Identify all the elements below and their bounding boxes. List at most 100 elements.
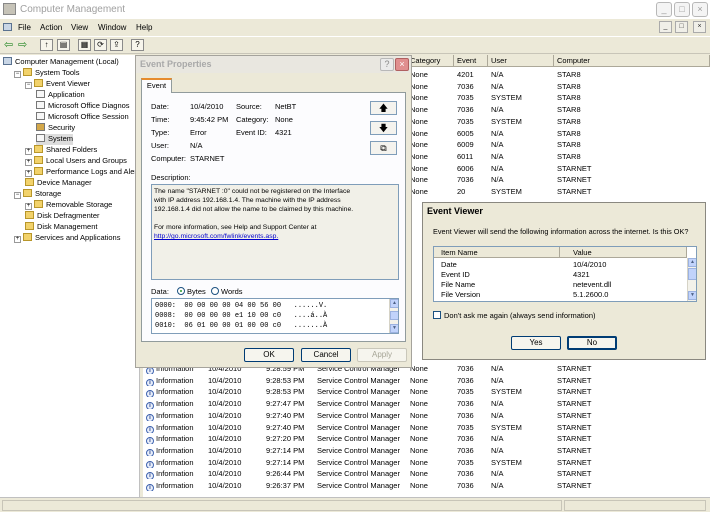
menu-window[interactable]: Window <box>98 19 126 36</box>
table-row[interactable]: i Information 10/4/2010 9:27:14 PM Service C… <box>143 457 710 468</box>
tab-event[interactable]: Event <box>141 78 172 93</box>
collapse-icon[interactable]: − <box>25 82 32 89</box>
scroll-down-icon[interactable]: ▼ <box>688 291 696 300</box>
expand-icon[interactable]: + <box>25 148 32 155</box>
table-row[interactable]: i Information 10/4/2010 9:28:53 PM Service C… <box>143 375 710 386</box>
info-listview[interactable]: Item Name Value Date 10/4/2010 Event ID 432… <box>433 246 697 302</box>
dialog-close-button[interactable]: × <box>395 58 409 71</box>
tree-item[interactable]: Device Manager <box>25 178 92 189</box>
copy-button[interactable]: ⧉ <box>370 141 397 155</box>
scroll-up-icon[interactable]: ▲ <box>688 258 696 267</box>
mdi-close-button[interactable]: × <box>693 21 706 33</box>
list-item[interactable]: Event ID 4321 <box>434 270 687 280</box>
description-textbox[interactable]: The name "STARNET :0" could not be regis… <box>151 184 399 280</box>
tree-item[interactable]: + Shared Folders <box>25 145 97 156</box>
tree-item[interactable]: + Local Users and Groups <box>25 156 127 167</box>
back-icon[interactable]: ⇦ <box>4 38 13 51</box>
tree-item[interactable]: System <box>36 134 74 145</box>
cell-user: SYSTEM <box>491 387 522 397</box>
ok-button[interactable]: OK <box>244 348 294 362</box>
menu-view[interactable]: View <box>71 19 88 36</box>
mdi-child-icon[interactable] <box>3 23 12 31</box>
table-row[interactable]: i Information 10/4/2010 9:27:40 PM Service C… <box>143 422 710 433</box>
tree-item[interactable]: + Performance Logs and Alerts <box>25 167 139 178</box>
table-row[interactable]: i Information 10/4/2010 9:26:37 PM Service C… <box>143 480 710 491</box>
tree-item[interactable]: + Removable Storage <box>25 200 112 211</box>
table-row[interactable]: i Information 10/4/2010 9:27:14 PM Service C… <box>143 445 710 456</box>
window-title-bar[interactable]: Computer Management _ □ × <box>0 0 710 19</box>
words-radio[interactable]: Words <box>211 287 243 297</box>
table-row[interactable]: i Information 10/4/2010 9:28:53 PM Service C… <box>143 386 710 398</box>
yes-button[interactable]: Yes <box>511 336 561 350</box>
expand-icon[interactable]: + <box>14 236 21 243</box>
close-button[interactable]: × <box>692 2 708 17</box>
column-header-computer[interactable]: Computer <box>554 55 710 67</box>
tree-item[interactable]: − System Tools <box>14 68 79 79</box>
menu-file[interactable]: File <box>18 19 31 36</box>
dialog-help-button[interactable]: ? <box>380 58 394 71</box>
menu-action[interactable]: Action <box>40 19 62 36</box>
previous-event-button[interactable]: 🡅 <box>370 101 397 115</box>
console-tree[interactable]: Computer Management (Local) − System Tools… <box>0 55 140 497</box>
tree-item[interactable]: Application <box>36 90 85 101</box>
data-hex-textbox[interactable]: 0000: 00 00 00 00 04 00 56 00 ......V. 0… <box>151 298 399 334</box>
forward-icon[interactable]: ⇨ <box>18 38 27 51</box>
bytes-radio[interactable]: Bytes <box>177 287 206 297</box>
refresh-icon[interactable]: ⟳ <box>94 39 107 51</box>
table-row[interactable]: i Information 10/4/2010 9:26:44 PM Service C… <box>143 468 710 480</box>
tree-item[interactable]: + Services and Applications <box>14 233 120 244</box>
column-header-event[interactable]: Event <box>454 55 488 67</box>
cell-computer: STAR8 <box>557 128 581 138</box>
scroll-thumb[interactable] <box>688 268 696 280</box>
mdi-restore-button[interactable]: □ <box>675 21 688 33</box>
menu-help[interactable]: Help <box>136 19 152 36</box>
expand-icon[interactable]: + <box>25 159 32 166</box>
next-event-button[interactable]: 🡇 <box>370 121 397 135</box>
list-item[interactable]: Date 10/4/2010 <box>434 260 687 270</box>
table-row[interactable]: i Information 10/4/2010 9:27:20 PM Service C… <box>143 433 710 445</box>
table-row[interactable]: i Information 10/4/2010 9:27:47 PM Service C… <box>143 398 710 410</box>
hex-scrollbar[interactable]: ▲ ▼ <box>389 299 398 333</box>
tree-item[interactable]: Microsoft Office Diagnos <box>36 101 130 112</box>
cancel-button[interactable]: Cancel <box>301 348 351 362</box>
event-properties-title-bar[interactable]: Event Properties <box>136 56 411 73</box>
dont-ask-checkbox[interactable]: Don't ask me again (always send informat… <box>433 311 596 321</box>
column-value[interactable]: Value <box>560 247 687 258</box>
listview-scrollbar[interactable]: ▲ ▼ <box>687 258 696 301</box>
cell-type: i Information <box>146 375 205 386</box>
scroll-up-icon[interactable]: ▲ <box>390 299 398 308</box>
help-icon[interactable]: ? <box>131 39 144 51</box>
column-item-name[interactable]: Item Name <box>434 247 560 258</box>
tree-item[interactable]: Disk Management <box>25 222 97 233</box>
column-header-user[interactable]: User <box>488 55 554 67</box>
tree-item[interactable]: Disk Defragmenter <box>25 211 100 222</box>
column-header-category[interactable]: Category <box>407 55 454 67</box>
list-item[interactable]: File Name netevent.dll <box>434 280 687 290</box>
table-row[interactable]: i Information 10/4/2010 9:27:40 PM Service C… <box>143 410 710 421</box>
maximize-button[interactable]: □ <box>674 2 690 17</box>
collapse-icon[interactable]: − <box>14 71 21 78</box>
properties-icon[interactable]: ▦ <box>78 39 91 51</box>
show-hide-tree-icon[interactable]: ▤ <box>57 39 70 51</box>
tree-item-label: Disk Management <box>37 222 98 231</box>
help-link[interactable]: http://go.microsoft.com/fwlink/events.as… <box>154 232 278 241</box>
export-icon[interactable]: ⇪ <box>110 39 123 51</box>
tree-item[interactable]: − Storage <box>14 189 61 200</box>
tree-item[interactable]: Security <box>36 123 75 134</box>
up-icon[interactable]: ↑ <box>40 39 53 51</box>
event-viewer-title-bar[interactable]: Event Viewer <box>423 203 705 220</box>
scroll-down-icon[interactable]: ▼ <box>390 324 398 333</box>
minimize-button[interactable]: _ <box>656 2 672 17</box>
scroll-thumb[interactable] <box>390 311 398 320</box>
expand-icon[interactable]: + <box>25 203 32 210</box>
collapse-icon[interactable]: − <box>14 192 21 199</box>
apply-button[interactable]: Apply <box>357 348 407 362</box>
list-item[interactable]: File Version 5.1.2600.0 <box>434 290 687 300</box>
no-button[interactable]: No <box>567 336 617 350</box>
tree-item[interactable]: Microsoft Office Session <box>36 112 129 123</box>
mdi-minimize-button[interactable]: _ <box>659 21 672 33</box>
tree-item[interactable]: Computer Management (Local) <box>3 57 119 68</box>
cell-time: 9:26:44 PM <box>266 469 305 479</box>
tree-item[interactable]: − Event Viewer <box>25 79 90 90</box>
expand-icon[interactable]: + <box>25 170 32 177</box>
